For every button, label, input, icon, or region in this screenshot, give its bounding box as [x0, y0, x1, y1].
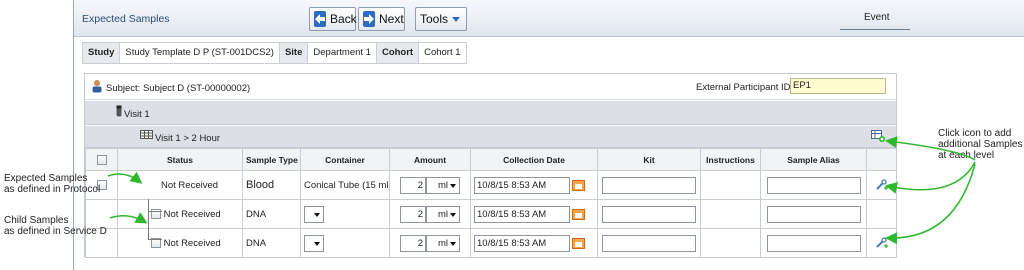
arrow-add-sample-2	[885, 161, 976, 194]
arrow-expected	[107, 171, 143, 184]
arrow-child	[109, 212, 148, 224]
arrow-add-sample-1	[885, 136, 976, 161]
arrow-add-sample-3	[885, 163, 976, 245]
annotation-arrows	[107, 136, 976, 245]
